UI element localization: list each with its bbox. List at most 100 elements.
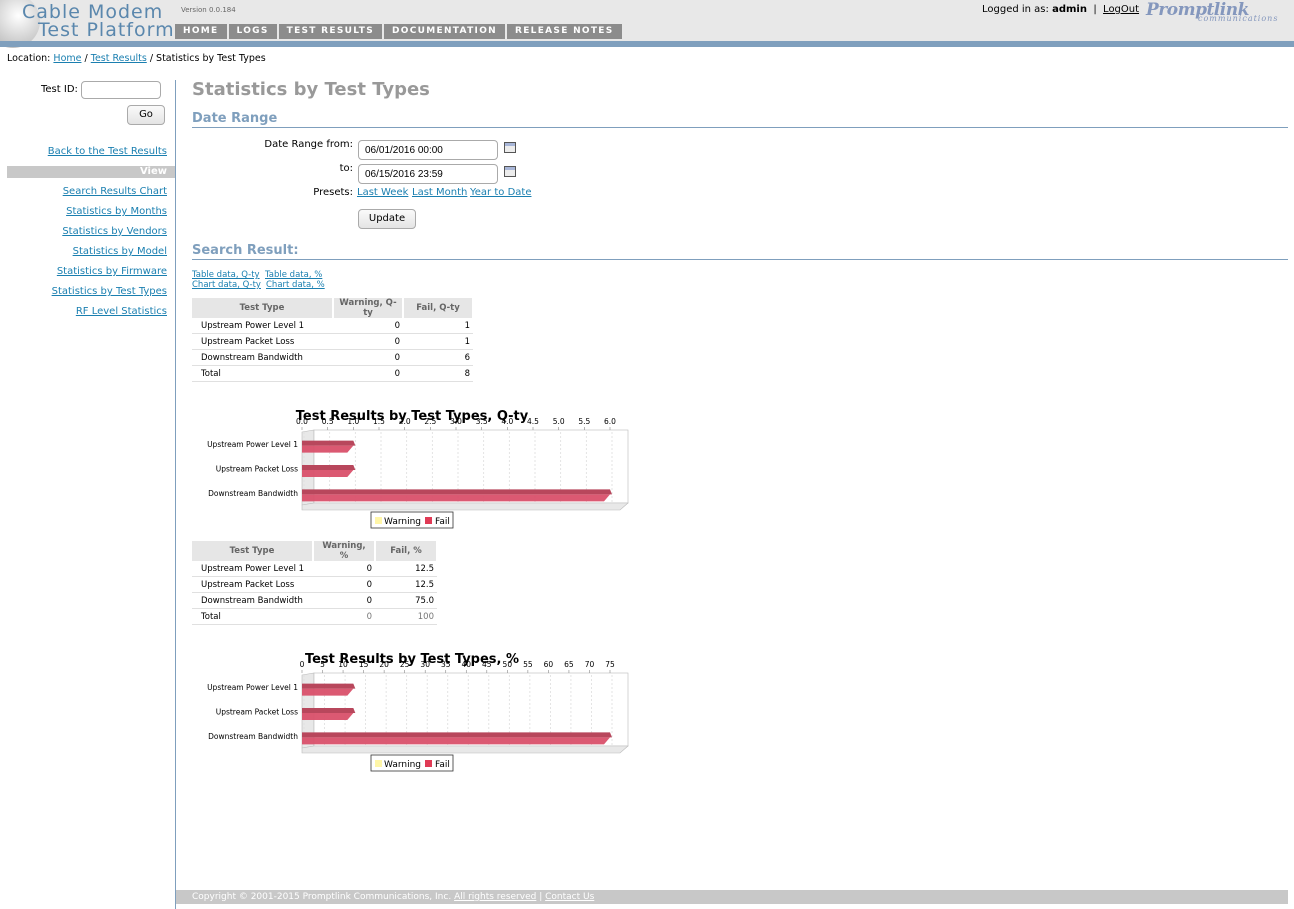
chart-bar-fail [302, 688, 354, 696]
chart-tick-label: 10 [338, 660, 348, 669]
chart-bar-fail-top [302, 465, 356, 470]
chart-tick-label: 2.0 [399, 417, 411, 426]
sidebar-link-statistics-by-firmware[interactable]: Statistics by Firmware [57, 266, 167, 277]
breadcrumb-current: Statistics by Test Types [156, 53, 266, 64]
table-row: Downstream Bandwidth 0 75.0 [192, 592, 437, 609]
pct-table: Test Type Warning, % Fail, % Upstream Po… [192, 541, 438, 625]
brand-logo[interactable]: Promptlink communications [1146, 0, 1277, 23]
sidebar-link-rf-level-statistics[interactable]: RF Level Statistics [76, 306, 167, 317]
cell-total-label: Total [192, 365, 333, 382]
chart-bar-fail-top [302, 708, 356, 713]
chart-tick-label: 4.0 [501, 417, 513, 426]
all-rights-link[interactable]: All rights reserved [454, 892, 536, 902]
cell-fail: 1 [403, 333, 473, 350]
chart-tick-label: 35 [441, 660, 451, 669]
preset-last-week[interactable]: Last Week [357, 187, 408, 198]
link-chart-data-pct[interactable]: Chart data, % [266, 280, 325, 290]
chart-legend: Warning Fail [370, 511, 454, 529]
link-table-data-qty[interactable]: Table data, Q-ty [192, 270, 260, 280]
chart-tick-label: 45 [482, 660, 492, 669]
legend-label-warning: Warning [384, 760, 421, 770]
header: Cable Modem Test Platform Version 0.0.18… [0, 0, 1294, 48]
chart-category-label: Upstream Packet Loss [216, 708, 298, 717]
sidebar-link-statistics-by-vendors[interactable]: Statistics by Vendors [62, 226, 167, 237]
chart-category-label: Upstream Power Level 1 [207, 440, 298, 449]
sidebar-link-statistics-by-test-types[interactable]: Statistics by Test Types [52, 286, 167, 297]
test-id-input[interactable] [81, 81, 161, 99]
update-button[interactable]: Update [358, 209, 416, 229]
chart-bar-fail-top [302, 683, 356, 689]
nav-home[interactable]: HOME [175, 24, 227, 39]
go-button[interactable]: Go [127, 105, 165, 125]
chart-tick-label: 5.0 [553, 417, 565, 426]
chart-tick-label: 0.0 [296, 417, 308, 426]
qty-table: Test Type Warning, Q-ty Fail, Q-ty Upstr… [192, 298, 474, 382]
chart-tick-label: 70 [585, 660, 595, 669]
chart-tick-label: 3.0 [450, 417, 462, 426]
presets-label: Presets: [313, 187, 353, 198]
cell-total-warning: 0 [333, 365, 403, 382]
chart-category-label: Downstream Bandwidth [208, 489, 298, 498]
chart-bar-fail-top [302, 440, 356, 446]
cell-fail: 6 [403, 349, 473, 366]
chart-bar-fail [302, 737, 610, 745]
cell-total-fail: 8 [403, 365, 473, 382]
table-row: Upstream Packet Loss 0 12.5 [192, 576, 437, 593]
cell-warning: 0 [333, 333, 403, 350]
col-test-type: Test Type [192, 298, 334, 318]
breadcrumb: Location: Home / Test Results / Statisti… [7, 53, 266, 64]
chart-tick-label: 5.5 [578, 417, 590, 426]
chart-tick-label: 55 [523, 660, 533, 669]
back-to-results-link[interactable]: Back to the Test Results [48, 146, 167, 157]
contact-us-link[interactable]: Contact Us [545, 892, 594, 902]
chart-tick-label: 50 [503, 660, 513, 669]
sidebar-link-search-results-chart[interactable]: Search Results Chart [63, 186, 167, 197]
chart-tick-label: 2.5 [424, 417, 436, 426]
sidebar-link-statistics-by-model[interactable]: Statistics by Model [73, 246, 167, 257]
preset-last-month[interactable]: Last Month [412, 187, 467, 198]
page-title: Statistics by Test Types [192, 79, 430, 100]
preset-year-to-date[interactable]: Year to Date [470, 187, 531, 198]
breadcrumb-home[interactable]: Home [53, 53, 81, 64]
test-id-label: Test ID: [41, 84, 78, 95]
link-chart-data-qty[interactable]: Chart data, Q-ty [192, 280, 261, 290]
legend-label-fail: Fail [435, 517, 450, 527]
link-table-data-pct[interactable]: Table data, % [265, 270, 322, 280]
chart-tick-label: 5 [320, 660, 325, 669]
date-from-input[interactable] [358, 140, 498, 160]
cell-total-fail: 100 [375, 608, 437, 625]
table-row: Upstream Packet Loss 0 1 [192, 333, 473, 350]
chart-bar-fail [302, 470, 354, 477]
logged-in-label: Logged in as: [982, 4, 1049, 15]
col-test-type: Test Type [192, 541, 314, 561]
cell-test-type: Upstream Packet Loss [192, 576, 313, 593]
logo-line-2: Test Platform [38, 19, 175, 41]
breadcrumb-sep-1: / [84, 53, 88, 64]
date-range-heading: Date Range [192, 111, 1288, 128]
cell-test-type: Downstream Bandwidth [192, 349, 333, 366]
cell-fail: 75.0 [375, 592, 437, 609]
breadcrumb-test-results[interactable]: Test Results [91, 53, 147, 64]
table-row: Upstream Power Level 1 0 1 [192, 318, 473, 334]
nav-logs[interactable]: LOGS [228, 24, 277, 39]
nav-test-results[interactable]: TEST RESULTS [278, 24, 383, 39]
table-total-row: Total 0 8 [192, 365, 473, 382]
table-row: Downstream Bandwidth 0 6 [192, 349, 473, 366]
app-logo[interactable]: Cable Modem Test Platform [0, 0, 175, 48]
chart-tick-label: 1.5 [373, 417, 385, 426]
sidebar-divider [175, 80, 176, 909]
cell-test-type: Downstream Bandwidth [192, 592, 313, 609]
cell-fail: 12.5 [375, 561, 437, 577]
chart-tick-label: 20 [379, 660, 389, 669]
sidebar-link-statistics-by-months[interactable]: Statistics by Months [66, 206, 167, 217]
legend-swatch-warning [375, 517, 382, 524]
calendar-from-icon[interactable] [504, 142, 516, 153]
nav-release-notes[interactable]: RELEASE NOTES [506, 24, 622, 39]
date-to-input[interactable] [358, 164, 498, 184]
chart-tick-label: 40 [461, 660, 471, 669]
legend-swatch-fail [425, 517, 432, 524]
nav-documentation[interactable]: DOCUMENTATION [384, 24, 505, 39]
table-header-row: Test Type Warning, % Fail, % [192, 541, 438, 561]
logout-link[interactable]: LogOut [1103, 4, 1139, 15]
calendar-to-icon[interactable] [504, 166, 516, 177]
